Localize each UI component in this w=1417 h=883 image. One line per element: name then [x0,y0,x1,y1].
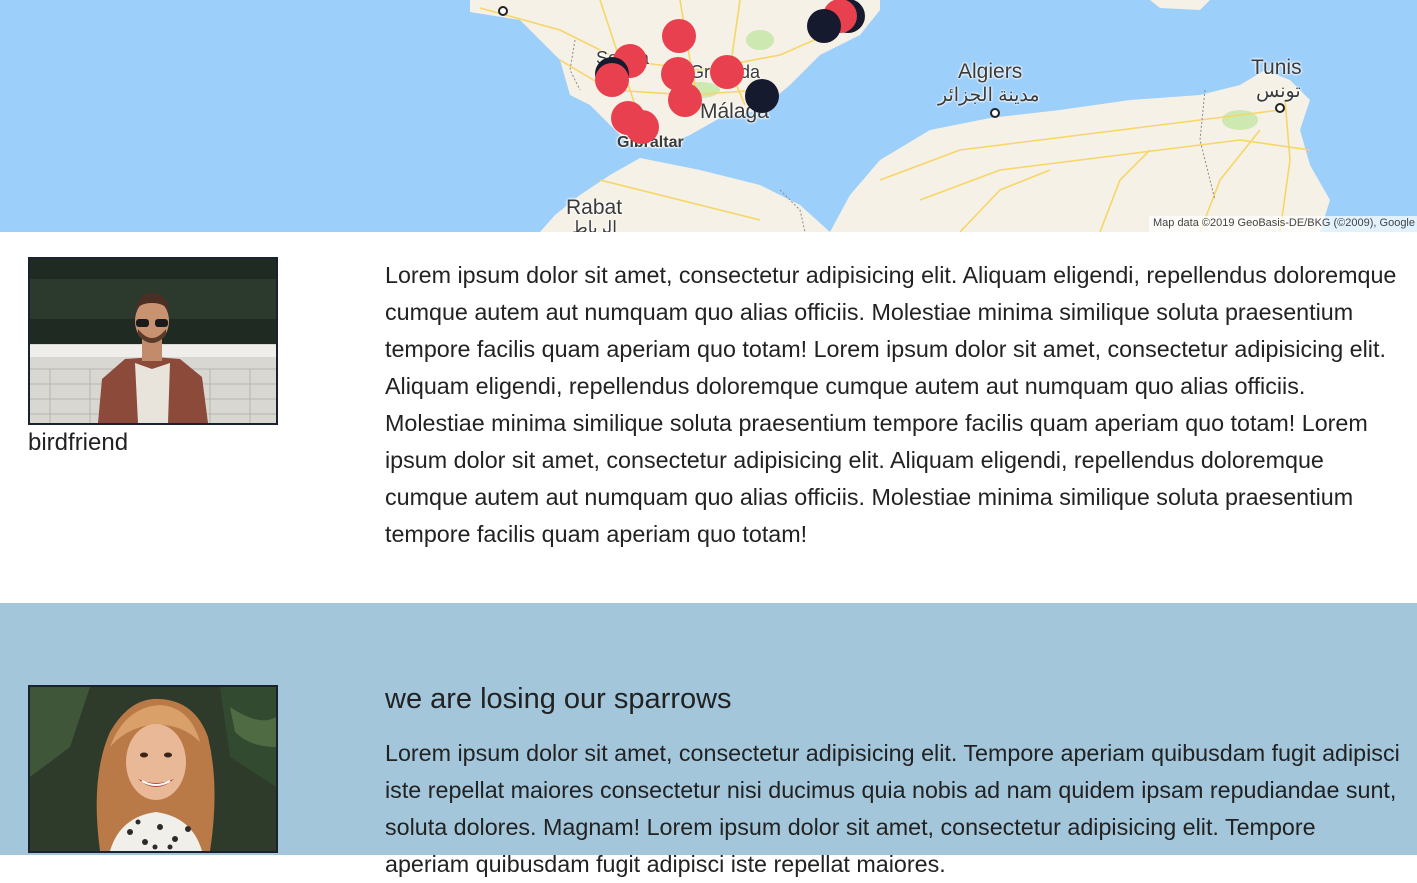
map-view[interactable]: Algiers مدينة الجزائر Tunis تونس Málaga … [0,0,1417,232]
avatar-woman-image [30,687,276,851]
post-body-text: Lorem ipsum dolor sit amet, consectetur … [385,262,1397,547]
map-marker[interactable] [625,110,659,144]
map-label-algiers: Algiers [958,60,1023,83]
map-label-rabat-arabic: الرباط [572,218,617,232]
post-username[interactable]: birdfriend [28,429,128,457]
map-label-rabat: Rabat [566,196,623,219]
map-marker[interactable] [745,79,779,113]
post-body-text: Lorem ipsum dolor sit amet, consectetur … [385,740,1400,877]
map-label-tunis: Tunis [1251,56,1302,79]
map-marker[interactable] [668,83,702,117]
map-label-algiers-arabic: مدينة الجزائر [938,85,1040,106]
map-attribution: Map data ©2019 GeoBasis-DE/BKG (©2009), … [1148,216,1417,232]
post-title: we are losing our sparrows [385,683,732,715]
post-card: birdfriend Lorem ipsum dolor sit amet, c… [0,232,1417,603]
user-avatar-photo[interactable] [28,257,278,425]
post-card: we are losing our sparrows Lorem ipsum d… [0,603,1417,877]
map-marker[interactable] [662,19,696,53]
map-marker[interactable] [595,63,629,97]
map-marker[interactable] [710,55,744,89]
user-avatar-photo[interactable] [28,685,278,853]
map-marker[interactable] [807,9,841,43]
map-label-tunis-arabic: تونس [1256,81,1301,102]
avatar-man-image [30,259,276,423]
